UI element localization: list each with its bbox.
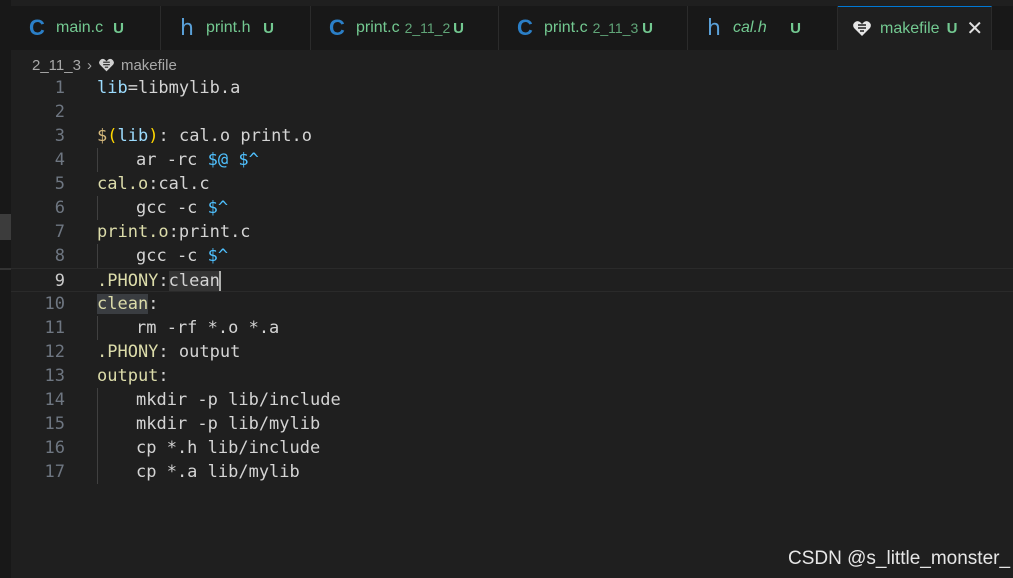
indent-guide [97,388,98,412]
indent-guide [97,316,98,340]
tab-print-c-2-11-3[interactable]: C print.c 2_11_3 U [499,6,688,50]
tab-description: 2_11_3 [592,20,639,36]
tab-label: print.h [206,19,251,36]
untracked-badge: U [263,19,274,37]
code-line: 10 clean: [11,292,1013,316]
breadcrumb-folder[interactable]: 2_11_3 [32,57,81,74]
code-line: 2 [11,100,1013,124]
code-line: 4 ar -rc $@ $^ [11,148,1013,172]
untracked-badge: U [946,20,958,37]
code-line: 1 lib=libmylib.a [11,76,1013,100]
untracked-badge: U [790,19,801,37]
tab-description: 2_11_2 [404,20,451,36]
line-number: 11 [44,318,65,338]
code-line: 12 .PHONY: output [11,340,1013,364]
untracked-badge: U [453,19,464,37]
code-line: 5 cal.o:cal.c [11,172,1013,196]
chevron-right-icon: › [86,56,92,74]
tab-makefile[interactable]: makefile U ✕ [838,6,992,50]
code-line: 14 mkdir -p lib/include [11,388,1013,412]
tab-label: print.c [356,19,400,36]
untracked-badge: U [113,19,124,37]
code-line: 16 cp *.h lib/include [11,436,1013,460]
line-number: 16 [44,438,65,458]
c-file-icon: C [517,15,533,40]
code-line: 11 rm -rf *.o *.a [11,316,1013,340]
line-number: 17 [44,462,65,482]
header-file-icon: h [707,15,721,41]
breadcrumb-file[interactable]: makefile [121,57,177,74]
text-cursor [218,271,221,291]
line-number: 5 [54,174,65,194]
tab-cal-h[interactable]: h cal.h U [688,6,838,50]
watermark: CSDN @s_little_monster_ [788,548,1011,569]
scroll-indicator [0,214,11,240]
indent-guide [97,460,98,484]
line-number: 1 [54,78,65,98]
line-number: 14 [44,390,65,410]
code-line: 17 cp *.a lib/mylib [11,460,1013,484]
indent-guide [97,148,98,172]
tab-label: print.c [544,19,588,36]
indent-guide [97,244,98,268]
code-line: 13 output: [11,364,1013,388]
activity-bar-edge [0,0,11,578]
tab-label: cal.h [733,19,767,36]
line-number: 4 [54,150,65,170]
close-icon[interactable]: ✕ [966,16,983,41]
word-highlight: clean [97,294,149,314]
code-line: 8 gcc -c $^ [11,244,1013,268]
code-line: 7 print.o:print.c [11,220,1013,244]
line-number: 8 [54,246,65,266]
tab-print-c-2-11-2[interactable]: C print.c 2_11_2 U [311,6,499,50]
indent-guide [97,436,98,460]
line-number: 10 [44,294,65,314]
makefile-icon [852,20,872,38]
indent-guide [97,412,98,436]
untracked-badge: U [642,19,653,37]
c-file-icon: C [29,15,45,40]
line-number: 9 [54,271,65,291]
line-number: 13 [44,366,65,386]
line-number: 2 [54,102,65,122]
line-number: 6 [54,198,65,218]
tab-label: makefile [880,19,940,37]
selection-highlight: clean [168,271,220,291]
line-number: 15 [44,414,65,434]
code-line: 3 $(lib): cal.o print.o [11,124,1013,148]
breadcrumb: 2_11_3 › makefile [32,54,177,76]
header-file-icon: h [180,15,194,41]
tab-main-c[interactable]: C main.c U [11,6,161,50]
tab-print-h[interactable]: h print.h U [161,6,311,50]
tab-label: main.c [56,19,104,36]
indent-guide [97,196,98,220]
panel-divider [0,268,11,270]
line-number: 12 [44,342,65,362]
line-number: 7 [54,222,65,242]
line-number: 3 [54,126,65,146]
code-line: 15 mkdir -p lib/mylib [11,412,1013,436]
tab-bar: C main.c U h print.h U C print.c 2_11_2 … [11,6,1013,50]
current-code-line: 9 .PHONY:clean [11,268,1013,292]
makefile-icon [99,58,114,71]
code-line: 6 gcc -c $^ [11,196,1013,220]
c-file-icon: C [329,15,345,40]
